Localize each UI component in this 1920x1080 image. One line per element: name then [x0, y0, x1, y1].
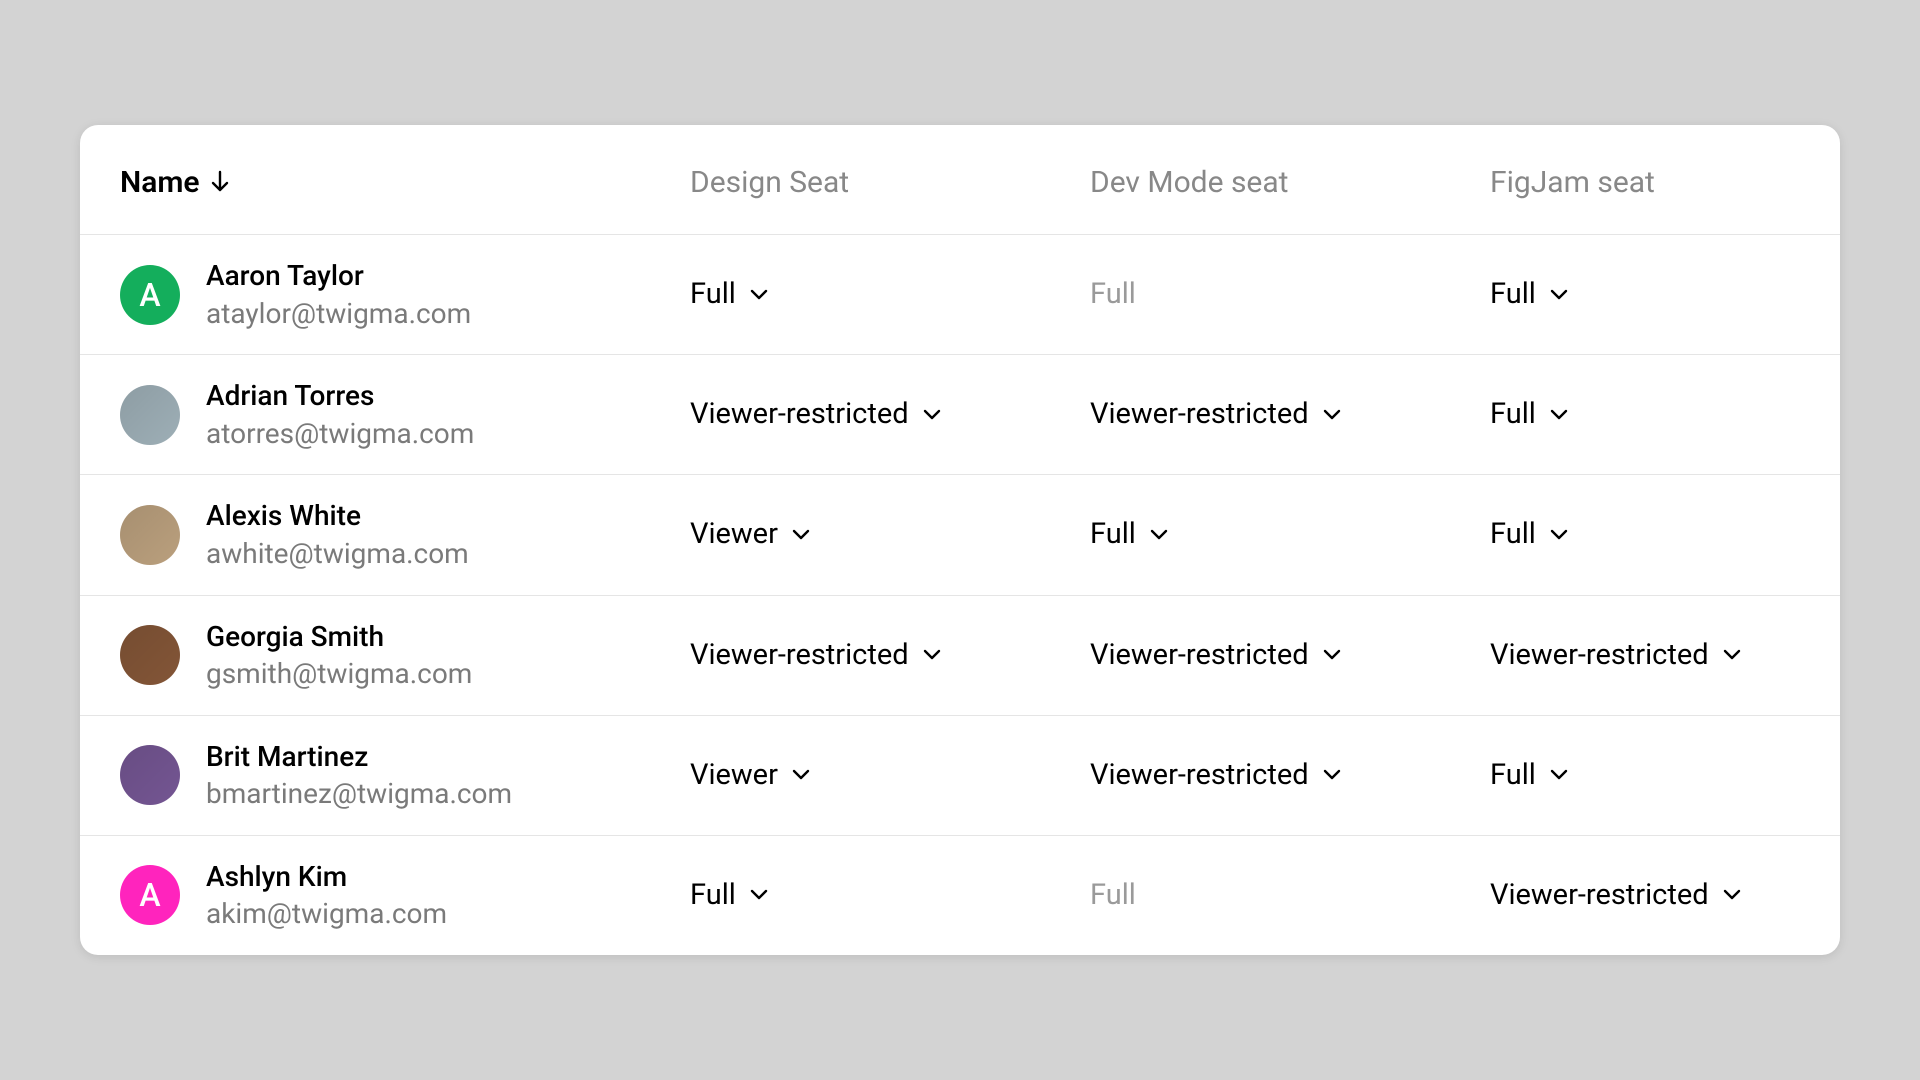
chevron-down-icon: [1723, 889, 1741, 901]
seat-value: Viewer-restricted: [1490, 641, 1709, 670]
design-seat-selector[interactable]: Full: [690, 280, 1090, 309]
table-row: A Aaron Taylor ataylor@twigma.com Full Full F…: [80, 235, 1840, 355]
user-email: awhite@twigma.com: [206, 537, 469, 571]
figjam-seat-selector[interactable]: Full: [1490, 280, 1840, 309]
chevron-down-icon: [750, 289, 768, 301]
table-row: A Ashlyn Kimakim@twigma.com Full Full Viewer…: [80, 836, 1840, 955]
seat-value: Viewer-restricted: [1090, 761, 1309, 790]
seat-value: Full: [1490, 520, 1536, 549]
seat-value: Viewer: [690, 520, 778, 549]
design-seat-selector[interactable]: Viewer-restricted: [690, 400, 1090, 429]
user-name: Ashlyn Kim: [206, 860, 447, 894]
seat-value: Full: [1090, 881, 1136, 910]
name-cell: A Ashlyn Kimakim@twigma.com: [120, 860, 690, 931]
avatar-initial: A: [139, 876, 160, 914]
chevron-down-icon: [1323, 649, 1341, 661]
table-header-row: Name Design Seat Dev Mode seat FigJam se…: [80, 125, 1840, 235]
user-email: atorres@twigma.com: [206, 417, 474, 451]
figjam-seat-selector[interactable]: Viewer-restricted: [1490, 641, 1840, 670]
seat-value: Viewer: [690, 761, 778, 790]
seat-value: Viewer-restricted: [1090, 400, 1309, 429]
name-stack: Alexis White awhite@twigma.com: [206, 499, 469, 570]
user-name: Aaron Taylor: [206, 259, 471, 293]
chevron-down-icon: [1550, 769, 1568, 781]
chevron-down-icon: [1150, 529, 1168, 541]
seat-value: Viewer-restricted: [690, 400, 909, 429]
seat-value: Full: [1490, 761, 1536, 790]
avatar: [120, 505, 180, 565]
user-email: akim@twigma.com: [206, 897, 447, 931]
devmode-seat-selector[interactable]: Viewer-restricted: [1090, 761, 1490, 790]
user-name: Georgia Smith: [206, 620, 472, 654]
avatar: [120, 385, 180, 445]
devmode-seat-selector[interactable]: Viewer-restricted: [1090, 400, 1490, 429]
seat-value: Viewer-restricted: [1090, 641, 1309, 670]
chevron-down-icon: [923, 649, 941, 661]
design-seat-selector[interactable]: Viewer: [690, 520, 1090, 549]
user-email: bmartinez@twigma.com: [206, 777, 512, 811]
name-stack: Brit Martinezbmartinez@twigma.com: [206, 740, 512, 811]
name-stack: Ashlyn Kimakim@twigma.com: [206, 860, 447, 931]
column-header-figjam-seat[interactable]: FigJam seat: [1490, 165, 1840, 200]
devmode-seat-selector[interactable]: Full: [1090, 520, 1490, 549]
name-cell: Adrian Torres atorres@twigma.com: [120, 379, 690, 450]
column-header-devmode-seat[interactable]: Dev Mode seat: [1090, 165, 1490, 200]
name-stack: Aaron Taylor ataylor@twigma.com: [206, 259, 471, 330]
user-name: Alexis White: [206, 499, 469, 533]
user-email: ataylor@twigma.com: [206, 297, 471, 331]
avatar: [120, 625, 180, 685]
chevron-down-icon: [792, 529, 810, 541]
design-seat-selector[interactable]: Full: [690, 881, 1090, 910]
avatar: [120, 745, 180, 805]
figjam-seat-selector[interactable]: Full: [1490, 520, 1840, 549]
devmode-seat-selector[interactable]: Viewer-restricted: [1090, 641, 1490, 670]
figjam-seat-selector[interactable]: Full: [1490, 761, 1840, 790]
user-email: gsmith@twigma.com: [206, 657, 472, 691]
name-stack: Georgia Smithgsmith@twigma.com: [206, 620, 472, 691]
seat-management-table: Name Design Seat Dev Mode seat FigJam se…: [80, 125, 1840, 955]
figjam-seat-selector[interactable]: Viewer-restricted: [1490, 881, 1840, 910]
seat-value: Viewer-restricted: [1490, 881, 1709, 910]
table-row: Alexis White awhite@twigma.com Viewer Full F…: [80, 475, 1840, 595]
name-cell: Georgia Smithgsmith@twigma.com: [120, 620, 690, 691]
name-stack: Adrian Torres atorres@twigma.com: [206, 379, 474, 450]
sort-descending-icon: [210, 170, 230, 194]
chevron-down-icon: [1323, 409, 1341, 421]
seat-value: Full: [1090, 280, 1136, 309]
chevron-down-icon: [1550, 529, 1568, 541]
column-header-design-seat[interactable]: Design Seat: [690, 165, 1090, 200]
figjam-seat-selector[interactable]: Full: [1490, 400, 1840, 429]
avatar: A: [120, 265, 180, 325]
table-body: A Aaron Taylor ataylor@twigma.com Full Full F…: [80, 235, 1840, 955]
chevron-down-icon: [1323, 769, 1341, 781]
chevron-down-icon: [923, 409, 941, 421]
design-seat-selector[interactable]: Viewer: [690, 761, 1090, 790]
chevron-down-icon: [792, 769, 810, 781]
seat-value: Full: [1090, 520, 1136, 549]
design-seat-selector[interactable]: Viewer-restricted: [690, 641, 1090, 670]
chevron-down-icon: [750, 889, 768, 901]
seat-value: Full: [690, 881, 736, 910]
devmode-seat-selector: Full: [1090, 881, 1490, 910]
devmode-seat-selector: Full: [1090, 280, 1490, 309]
user-name: Adrian Torres: [206, 379, 474, 413]
avatar: A: [120, 865, 180, 925]
name-cell: A Aaron Taylor ataylor@twigma.com: [120, 259, 690, 330]
chevron-down-icon: [1550, 409, 1568, 421]
table-row: Brit Martinezbmartinez@twigma.com Viewer V…: [80, 716, 1840, 836]
chevron-down-icon: [1550, 289, 1568, 301]
seat-value: Full: [1490, 400, 1536, 429]
name-cell: Alexis White awhite@twigma.com: [120, 499, 690, 570]
avatar-initial: A: [139, 276, 160, 314]
seat-value: Viewer-restricted: [690, 641, 909, 670]
seat-value: Full: [1490, 280, 1536, 309]
column-header-name-label: Name: [120, 165, 200, 200]
seat-value: Full: [690, 280, 736, 309]
column-header-name[interactable]: Name: [120, 165, 230, 200]
chevron-down-icon: [1723, 649, 1741, 661]
name-cell: Brit Martinezbmartinez@twigma.com: [120, 740, 690, 811]
user-name: Brit Martinez: [206, 740, 512, 774]
table-row: Adrian Torres atorres@twigma.com Viewer-re…: [80, 355, 1840, 475]
table-row: Georgia Smithgsmith@twigma.com Viewer-res…: [80, 596, 1840, 716]
